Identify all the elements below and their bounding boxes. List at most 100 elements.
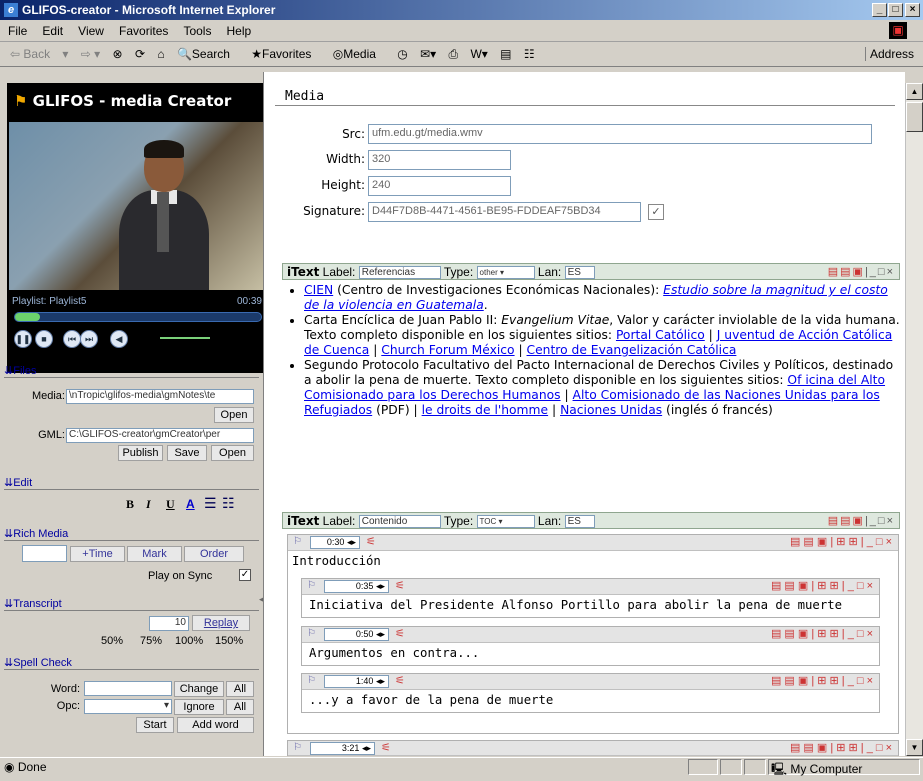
word-input[interactable] (84, 681, 172, 696)
node-flag-icon[interactable]: ⚐ (307, 675, 316, 686)
scroll-down-icon[interactable]: ▼ (906, 739, 923, 756)
word-icon[interactable]: W▾ (470, 47, 487, 61)
time-input[interactable] (22, 545, 67, 562)
node-flag-icon[interactable]: ⚐ (293, 742, 302, 753)
node-controls[interactable]: ▤ ▤ ▣ | ⊞ ⊞ | _ □ × (771, 579, 873, 592)
cien-link[interactable]: CIEN (304, 283, 333, 297)
node-text[interactable]: Argumentos en contra... (309, 646, 479, 660)
node-time[interactable]: 3:21 ◂▸ (310, 742, 375, 755)
node-flag-icon[interactable]: ⚐ (307, 580, 316, 591)
pause-icon[interactable]: ❚❚ (14, 330, 32, 348)
mail-icon[interactable]: ✉▾ (420, 47, 436, 61)
itext2-type-select[interactable]: TOC ▾ (476, 515, 535, 529)
save-button[interactable]: Save (167, 445, 207, 461)
node-flag-icon[interactable]: ⚐ (293, 536, 302, 547)
node-controls[interactable]: ▤ ▤ ▣ | ⊞ ⊞ | _ □ × (771, 627, 873, 640)
maximize-button[interactable]: □ (888, 3, 903, 17)
centro-evangelizacion-link[interactable]: Centro de Evangelización Católica (527, 343, 737, 357)
messenger-icon[interactable]: ☷ (524, 47, 535, 61)
node-text[interactable]: ...y a favor de la pena de muerte (309, 693, 553, 707)
minimize-button[interactable]: _ (872, 3, 887, 17)
transcript-section-header[interactable]: ⇊Transcript (4, 597, 259, 611)
width-input[interactable]: 320 (368, 150, 511, 170)
next-icon[interactable]: ⏭ (80, 330, 98, 348)
forward-button[interactable]: ⇨ ▾ (81, 47, 100, 61)
favorites-button[interactable]: ★Favorites (251, 47, 320, 61)
ignore-all-button[interactable]: All (226, 699, 254, 715)
itext-type-select[interactable]: other ▾ (476, 266, 535, 280)
search-button[interactable]: 🔍Search (177, 47, 239, 61)
refresh-icon[interactable]: ⟳ (135, 47, 145, 61)
back-button[interactable]: ⇦ Back ▾ (10, 47, 68, 61)
open-gml-button[interactable]: Open (211, 445, 254, 461)
play-on-sync-checkbox[interactable]: ✓ (239, 569, 251, 581)
stop-icon[interactable]: ⊗ (113, 47, 123, 61)
stop-player-icon[interactable]: ■ (35, 330, 53, 348)
volume-slider[interactable] (160, 337, 210, 339)
mark-icon[interactable]: ⚟ (395, 674, 405, 687)
gml-file-input[interactable]: C:\GLIFOS-creator\gmCreator\per (66, 428, 254, 443)
scroll-thumb[interactable] (906, 102, 923, 132)
scroll-up-icon[interactable]: ▲ (906, 83, 923, 100)
node-flag-icon[interactable]: ⚐ (307, 628, 316, 639)
src-input[interactable]: ufm.edu.gt/media.wmv (368, 124, 872, 144)
mark-icon[interactable]: ⚟ (395, 627, 405, 640)
publish-button[interactable]: Publish (118, 445, 163, 461)
opc-select[interactable]: ▾ (84, 699, 172, 714)
transcript-offset-input[interactable]: 10 (149, 616, 189, 631)
node-controls[interactable]: ▤ ▤ ▣ | ⊞ ⊞ | _ □ × (790, 741, 892, 754)
menu-favorites[interactable]: Favorites (119, 24, 168, 38)
node-text[interactable]: Iniciativa del Presidente Alfonso Portil… (309, 598, 842, 612)
edit-section-header[interactable]: ⇊Edit (4, 476, 259, 490)
menu-view[interactable]: View (78, 24, 104, 38)
church-forum-link[interactable]: Church Forum México (381, 343, 514, 357)
add-time-button[interactable]: +Time (70, 546, 125, 562)
print-icon[interactable]: ⎙ (449, 47, 459, 61)
open-media-button[interactable]: Open (214, 407, 254, 423)
rich-media-section-header[interactable]: ⇊Rich Media (4, 527, 259, 541)
signature-input[interactable]: D44F7D8B-4471-4561-BE95-FDDEAF75BD34 (368, 202, 641, 222)
node-text[interactable]: Introducción (292, 554, 381, 568)
underline-button[interactable]: U (166, 497, 175, 512)
change-button[interactable]: Change (174, 681, 224, 697)
start-button[interactable]: Start (136, 717, 174, 733)
itext-lan-input[interactable]: ES (564, 266, 595, 280)
node-controls[interactable]: ▤ ▤ ▣ | ⊞ ⊞ | _ □ × (771, 674, 873, 687)
close-window-button[interactable]: × (905, 3, 920, 17)
home-icon[interactable]: ⌂ (157, 47, 164, 61)
order-button[interactable]: Order (184, 546, 244, 562)
media-file-input[interactable]: \nTropic\glifos-media\gmNotes\te (66, 389, 254, 404)
node-controls[interactable]: ▤ ▤ ▣ | ⊞ ⊞ | _ □ × (790, 535, 892, 548)
itext-window-controls[interactable]: ▤▤▣|_□× (828, 265, 895, 278)
node-time[interactable]: 0:30 ◂▸ (310, 536, 360, 549)
node-time[interactable]: 1:40 ◂▸ (324, 675, 389, 688)
history-icon[interactable]: ◷ (397, 47, 407, 61)
node-time[interactable]: 0:35 ◂▸ (324, 580, 389, 593)
speed-150[interactable]: 150% (215, 635, 243, 647)
menu-help[interactable]: Help (227, 24, 252, 38)
files-section-header[interactable]: ⇊Files (4, 364, 259, 378)
droits-link[interactable]: le droits de l'homme (422, 403, 548, 417)
italic-button[interactable]: I (146, 497, 151, 512)
mark-icon[interactable]: ⚟ (381, 741, 391, 754)
seek-bar[interactable] (14, 312, 262, 322)
media-button[interactable]: ◎Media (333, 47, 385, 61)
menu-tools[interactable]: Tools (183, 24, 211, 38)
node-time[interactable]: 0:50 ◂▸ (324, 628, 389, 641)
add-word-button[interactable]: Add word (177, 717, 254, 733)
itext2-lan-input[interactable]: ES (564, 515, 595, 529)
video-frame[interactable] (9, 122, 266, 290)
replay-button[interactable]: Replay (192, 615, 250, 631)
menu-file[interactable]: File (8, 24, 27, 38)
ignore-button[interactable]: Ignore (174, 699, 224, 715)
numbered-list-icon[interactable]: ☷ (222, 495, 235, 512)
text-color-button[interactable]: A (186, 497, 195, 511)
speed-50[interactable]: 50% (101, 635, 123, 647)
discuss-icon[interactable]: ▤ (500, 47, 511, 61)
height-input[interactable]: 240 (368, 176, 511, 196)
mute-icon[interactable]: ◀ (110, 330, 128, 348)
portal-catolico-link[interactable]: Portal Católico (616, 328, 705, 342)
previous-icon[interactable]: ⏮ (63, 330, 81, 348)
bullet-list-icon[interactable]: ☰ (204, 495, 217, 512)
speed-100[interactable]: 100% (175, 635, 203, 647)
